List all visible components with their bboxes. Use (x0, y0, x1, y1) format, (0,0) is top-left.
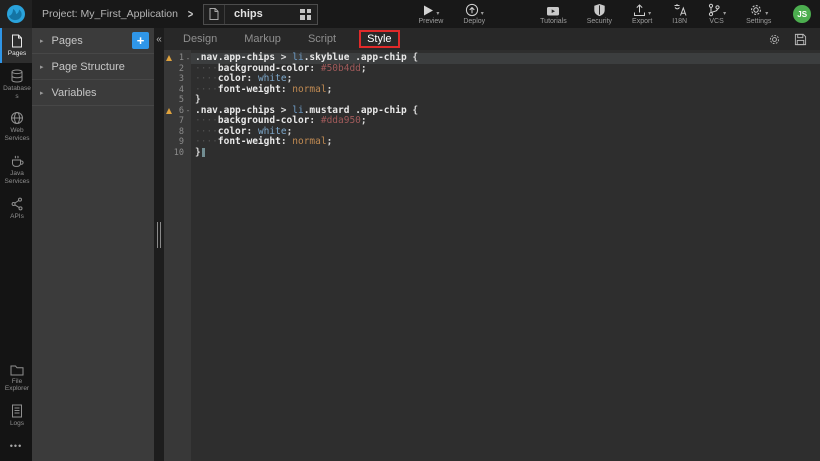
globe-icon (10, 111, 24, 125)
security-button[interactable]: Security (587, 3, 612, 25)
api-icon (10, 197, 24, 211)
video-icon (546, 5, 560, 17)
code-editor[interactable]: 1-23456-78910 .nav.app-chips > li.skyblu… (164, 50, 820, 461)
panel-section-label: Variables (52, 87, 97, 99)
page-icon (11, 34, 23, 48)
editor-tab-bar: Design Markup Script Style (164, 28, 820, 50)
gutter-line[interactable]: 1- (164, 53, 191, 64)
tab-design[interactable]: Design (183, 33, 217, 45)
preview-button[interactable]: ▾ Preview (418, 3, 443, 25)
chevron-down-icon[interactable]: ▾ (436, 10, 439, 17)
chevron-down-icon[interactable]: ▾ (481, 10, 484, 17)
sidebar-item-logs[interactable]: Logs (0, 398, 32, 433)
gutter-line[interactable]: 7 (164, 116, 191, 127)
activity-bar: Pages Databases Web Services Java Servic… (0, 28, 32, 461)
gutter-line[interactable]: 5 (164, 95, 191, 106)
play-icon (422, 4, 434, 17)
editor-toolbar (768, 33, 820, 46)
expand-arrow-icon[interactable]: ▸ (40, 63, 44, 71)
sidebar-item-apis[interactable]: APIs (0, 191, 32, 226)
warning-icon (166, 108, 172, 114)
breadcrumb-chevron: > (188, 7, 193, 21)
collapse-panel-button[interactable]: « (156, 34, 162, 46)
panel-section-label: Pages (52, 35, 83, 47)
wavemaker-logo-icon (6, 4, 26, 24)
gutter-line[interactable]: 8 (164, 127, 191, 138)
panel-section-label: Page Structure (52, 61, 125, 73)
expand-arrow-icon[interactable]: ▸ (40, 89, 44, 97)
sidebar-item-databases[interactable]: Databases (0, 63, 32, 106)
splitter-grip[interactable] (157, 222, 161, 248)
code-line[interactable]: ····font-weight: normal; (191, 85, 820, 96)
folder-icon (10, 364, 24, 376)
tutorials-button[interactable]: Tutorials (540, 3, 567, 25)
shield-icon (593, 3, 606, 17)
expand-arrow-icon[interactable]: ▸ (40, 37, 44, 45)
explorer-panel: ▸ Pages + ▸ Page Structure ▸ Variables (32, 28, 154, 461)
translate-icon (673, 3, 687, 17)
chevron-down-icon[interactable]: ▾ (765, 10, 768, 17)
editor-area: Design Markup Script Style 1-23456-78910… (164, 28, 820, 461)
tab-style[interactable]: Style (359, 30, 399, 48)
project-label: Project: My_First_Application (42, 8, 178, 20)
text-cursor (202, 148, 205, 157)
gutter-line[interactable]: 6- (164, 106, 191, 117)
tab-markup[interactable]: Markup (244, 33, 281, 45)
app-logo[interactable] (0, 0, 32, 28)
main-area: Pages Databases Web Services Java Servic… (0, 28, 820, 461)
settings-button[interactable]: ▾ Settings (746, 3, 771, 25)
save-button[interactable] (794, 33, 807, 46)
gutter-line[interactable]: 3 (164, 74, 191, 85)
sidebar-more-button[interactable]: ••• (0, 433, 32, 461)
logs-icon (11, 404, 23, 418)
deploy-icon (465, 3, 479, 17)
chevron-down-icon[interactable]: ▾ (648, 10, 651, 17)
open-page-tab[interactable]: chips (203, 4, 318, 25)
page-tab-label: chips (225, 8, 300, 20)
warning-icon (166, 55, 172, 61)
panel-section-pages[interactable]: ▸ Pages + (32, 28, 154, 54)
code-line[interactable]: } (191, 148, 820, 159)
add-page-button[interactable]: + (132, 32, 149, 49)
page-file-icon (204, 5, 225, 24)
panel-section-page-structure[interactable]: ▸ Page Structure (32, 54, 154, 80)
user-avatar[interactable]: JS (793, 5, 811, 23)
tab-script[interactable]: Script (308, 33, 336, 45)
chevron-down-icon[interactable]: ▾ (723, 10, 726, 17)
panel-splitter[interactable]: « (154, 28, 164, 461)
i18n-button[interactable]: I18N (672, 3, 687, 25)
gutter: 1-23456-78910 (164, 50, 191, 461)
gear-icon (749, 3, 763, 17)
sidebar-item-java-services[interactable]: Java Services (0, 148, 32, 191)
code-lines[interactable]: .nav.app-chips > li.skyblue .app-chip {·… (191, 50, 820, 461)
sidebar-item-file-explorer[interactable]: File Explorer (0, 358, 32, 399)
code-line[interactable]: ····font-weight: normal; (191, 137, 820, 148)
panel-section-variables[interactable]: ▸ Variables (32, 80, 154, 106)
vcs-button[interactable]: ▾ VCS (707, 3, 726, 25)
export-icon (633, 3, 646, 17)
topbar-tools: Security ▾ Export I18N ▾ VCS ▾ Settings (587, 3, 792, 25)
deploy-button[interactable]: ▾ Deploy (463, 3, 485, 25)
gutter-line[interactable]: 4 (164, 85, 191, 96)
gutter-line[interactable]: 2 (164, 64, 191, 75)
editor-settings-button[interactable] (768, 33, 781, 46)
database-icon (10, 69, 24, 83)
topbar-actions: ▾ Preview ▾ Deploy Tutorials (418, 3, 586, 25)
branch-icon (707, 3, 721, 17)
gutter-line[interactable]: 9 (164, 137, 191, 148)
grid-view-icon[interactable] (300, 9, 311, 20)
top-bar: Project: My_First_Application > chips ▾ … (0, 0, 820, 28)
sidebar-item-pages[interactable]: Pages (0, 28, 32, 63)
gutter-line[interactable]: 10 (164, 148, 191, 159)
export-button[interactable]: ▾ Export (632, 3, 652, 25)
sidebar-item-web-services[interactable]: Web Services (0, 105, 32, 148)
coffee-icon (10, 154, 24, 168)
